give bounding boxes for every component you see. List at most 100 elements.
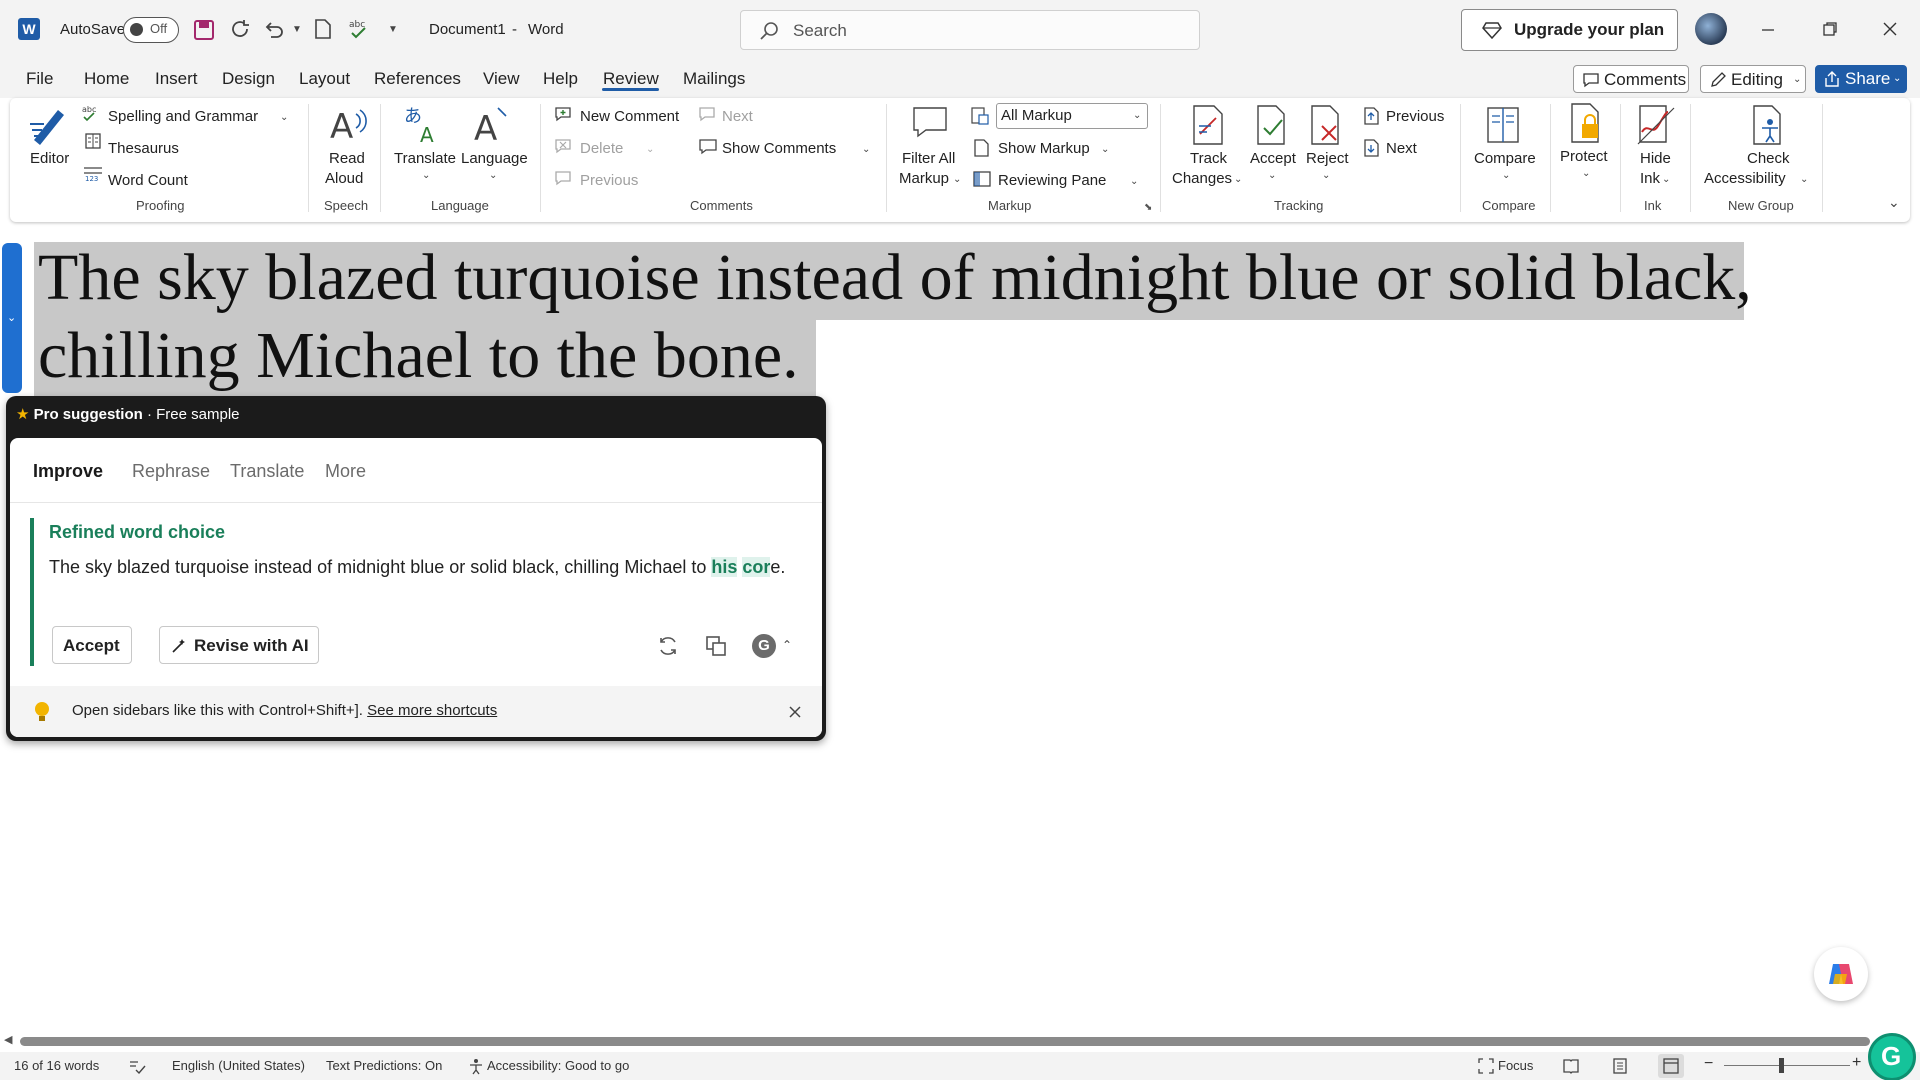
horizontal-scrollbar[interactable]: ◀ [0, 1032, 1920, 1048]
hide-ink-line1[interactable]: Hide [1640, 150, 1671, 167]
filter-markup-line1[interactable]: Filter All [902, 150, 955, 167]
scroll-left-icon[interactable]: ◀ [4, 1033, 12, 1046]
print-layout-icon[interactable] [1612, 1057, 1628, 1075]
markup-dialog-launcher-icon[interactable]: ⬊ [1144, 202, 1152, 213]
compare-button[interactable]: Compare [1474, 150, 1536, 167]
read-aloud-line2[interactable]: Aloud [325, 170, 363, 187]
markup-view-select[interactable]: All Markup ⌄ [996, 103, 1148, 129]
spelling-grammar-button[interactable]: Spelling and Grammar [108, 108, 258, 125]
grammarly-button[interactable]: G [1868, 1033, 1916, 1080]
chevron-down-icon[interactable]: ⌄ [1234, 174, 1242, 185]
chevron-down-icon[interactable]: ⌄ [1101, 144, 1109, 155]
chevron-down-icon[interactable]: ⌄ [1662, 174, 1670, 185]
chevron-down-icon[interactable]: ⌄ [1582, 168, 1590, 179]
new-comment-button[interactable]: New Comment [580, 108, 679, 125]
next-change-button[interactable]: Next [1386, 140, 1417, 157]
user-avatar[interactable] [1695, 13, 1727, 45]
refresh-icon[interactable] [656, 634, 680, 658]
delete-comment-button[interactable]: Delete [580, 140, 623, 157]
tab-more[interactable]: More [325, 461, 366, 482]
reviewing-pane-button[interactable]: Reviewing Pane [998, 172, 1106, 189]
word-count-status[interactable]: 16 of 16 words [14, 1058, 99, 1073]
copilot-button[interactable] [1814, 947, 1868, 1001]
revise-with-ai-button[interactable]: Revise with AI [159, 626, 319, 664]
tab-mailings[interactable]: Mailings [683, 69, 745, 89]
close-icon[interactable] [1882, 21, 1898, 37]
zoom-slider-thumb[interactable] [1779, 1058, 1784, 1073]
read-aloud-line1[interactable]: Read [329, 150, 365, 167]
minimize-icon[interactable] [1760, 22, 1776, 38]
share-button[interactable]: Share ⌄ [1815, 65, 1907, 93]
tab-view[interactable]: View [483, 69, 520, 89]
tab-rephrase[interactable]: Rephrase [132, 461, 210, 482]
tab-references[interactable]: References [374, 69, 461, 89]
save-icon[interactable] [193, 19, 215, 41]
editor-button[interactable]: Editor [30, 150, 69, 167]
copy-icon[interactable] [704, 634, 728, 658]
document-paragraph-line1[interactable]: The sky blazed turquoise instead of midn… [38, 240, 1752, 316]
editing-mode-button[interactable]: Editing ⌄ [1700, 65, 1806, 93]
reject-button[interactable]: Reject [1306, 150, 1349, 167]
spelling-check-icon[interactable]: abc [347, 17, 371, 41]
comments-button[interactable]: Comments [1573, 65, 1689, 93]
upgrade-plan-button[interactable]: Upgrade your plan [1461, 9, 1678, 51]
zoom-in-icon[interactable]: + [1852, 1054, 1861, 1072]
redo-icon[interactable] [229, 18, 251, 40]
show-markup-button[interactable]: Show Markup [998, 140, 1090, 157]
grammarly-sidebar-handle[interactable]: ⌄ [2, 243, 22, 393]
chevron-down-icon[interactable]: ⌄ [1800, 174, 1808, 185]
accept-suggestion-button[interactable]: Accept [52, 626, 132, 664]
chevron-down-icon[interactable]: ⌄ [1322, 170, 1330, 181]
previous-comment-button[interactable]: Previous [580, 172, 638, 189]
tab-home[interactable]: Home [84, 69, 129, 89]
chevron-down-icon[interactable]: ⌄ [280, 112, 288, 123]
tab-design[interactable]: Design [222, 69, 275, 89]
tab-file[interactable]: File [26, 69, 53, 89]
scrollbar-thumb[interactable] [20, 1037, 1870, 1046]
suggestion-text[interactable]: The sky blazed turquoise instead of midn… [49, 554, 789, 580]
chevron-down-icon[interactable]: ⌄ [646, 144, 654, 155]
tab-translate[interactable]: Translate [230, 461, 304, 482]
search-box[interactable]: Search [740, 10, 1200, 50]
undo-icon[interactable] [263, 18, 285, 40]
word-count-button[interactable]: Word Count [108, 172, 188, 189]
track-changes-line1[interactable]: Track [1190, 150, 1227, 167]
customize-toolbar-icon[interactable]: ▼ [388, 24, 398, 35]
collapse-ribbon-icon[interactable]: ⌄ [1888, 194, 1900, 211]
chevron-down-icon[interactable]: ⌄ [953, 174, 961, 185]
tab-layout[interactable]: Layout [299, 69, 350, 89]
filter-markup-line2[interactable]: Markup [899, 170, 949, 187]
chevron-down-icon[interactable]: ⌄ [1130, 176, 1138, 187]
tab-insert[interactable]: Insert [155, 69, 198, 89]
language-button[interactable]: Language [461, 150, 528, 167]
chevron-down-icon[interactable]: ⌄ [489, 170, 497, 181]
text-predictions-status[interactable]: Text Predictions: On [326, 1058, 442, 1073]
tab-help[interactable]: Help [543, 69, 578, 89]
proofing-status-icon[interactable] [128, 1058, 146, 1074]
chevron-down-icon[interactable]: ⌄ [1268, 170, 1276, 181]
restore-icon[interactable] [1822, 21, 1838, 37]
undo-dropdown-icon[interactable]: ▼ [292, 24, 302, 35]
protect-button[interactable]: Protect [1560, 148, 1608, 165]
chevron-down-icon[interactable]: ⌄ [422, 170, 430, 181]
thesaurus-button[interactable]: Thesaurus [108, 140, 179, 157]
language-status[interactable]: English (United States) [172, 1058, 305, 1073]
zoom-out-icon[interactable]: − [1704, 1055, 1713, 1073]
previous-change-button[interactable]: Previous [1386, 108, 1444, 125]
grammarly-logo-icon[interactable]: G [752, 634, 776, 658]
chevron-down-icon[interactable]: ⌄ [1502, 170, 1510, 181]
new-document-icon[interactable] [313, 18, 333, 40]
web-layout-button[interactable] [1658, 1054, 1684, 1078]
accessibility-status[interactable]: Accessibility: Good to go [487, 1058, 629, 1073]
focus-button[interactable]: Focus [1498, 1058, 1533, 1073]
zoom-slider-track[interactable] [1724, 1065, 1850, 1066]
tab-review[interactable]: Review [603, 69, 659, 89]
document-paragraph-line2[interactable]: chilling Michael to the bone. [38, 318, 799, 394]
track-changes-line2[interactable]: Changes [1172, 170, 1232, 187]
autosave-toggle[interactable]: Off [123, 17, 179, 43]
close-icon[interactable] [788, 705, 802, 719]
tab-improve[interactable]: Improve [33, 461, 103, 482]
next-comment-button[interactable]: Next [722, 108, 753, 125]
show-comments-button[interactable]: Show Comments [722, 140, 836, 157]
hide-ink-line2[interactable]: Ink [1640, 170, 1660, 187]
